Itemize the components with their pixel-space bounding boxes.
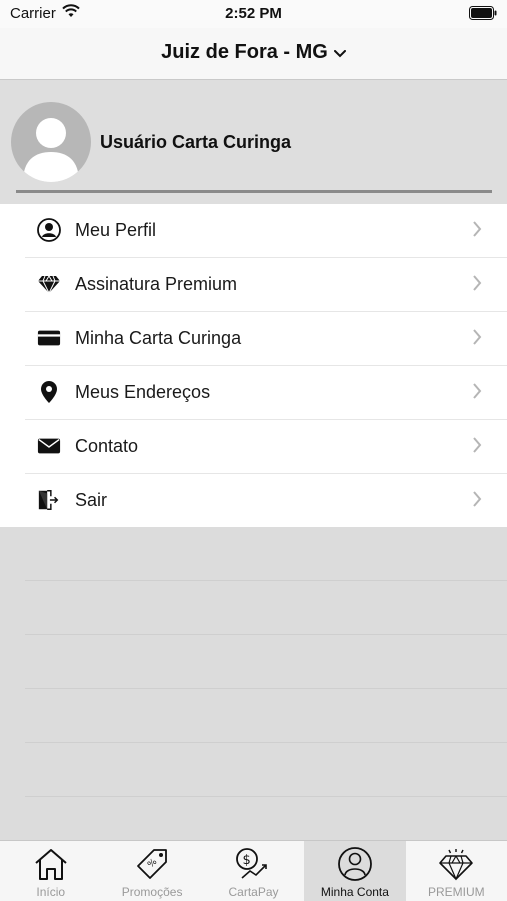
home-icon xyxy=(0,845,101,883)
envelope-icon xyxy=(37,434,61,458)
tab-label: Minha Conta xyxy=(320,885,389,899)
avatar xyxy=(11,102,91,182)
menu-item-label: Assinatura Premium xyxy=(75,274,238,294)
divider xyxy=(16,190,492,193)
dollar-chart-icon: $ xyxy=(203,845,304,883)
status-bar: Carrier 2:52 PM xyxy=(0,0,507,28)
city-selector[interactable]: Juiz de Fora - MG xyxy=(0,41,507,64)
chevron-right-icon xyxy=(472,221,482,242)
chevron-right-icon xyxy=(472,491,482,512)
tab-label: CartaPay xyxy=(228,885,279,899)
empty-row xyxy=(25,527,507,581)
tab-label: Promoções xyxy=(121,885,183,899)
clock: 2:52 PM xyxy=(225,5,282,22)
tab-minha-conta[interactable]: Minha Conta xyxy=(304,841,406,901)
user-icon xyxy=(304,845,405,883)
tab-promocoes[interactable]: % Promoções xyxy=(101,841,202,901)
nav-bar: Juiz de Fora - MG xyxy=(0,28,507,80)
diamond-icon xyxy=(406,845,507,883)
tab-bar: Início % Promoções $ CartaPay Minha Cont… xyxy=(0,840,507,901)
user-name: Usuário Carta Curinga xyxy=(100,132,292,152)
city-title: Juiz de Fora - MG xyxy=(161,41,328,63)
chevron-right-icon xyxy=(472,329,482,350)
profile-header: Usuário Carta Curinga xyxy=(0,80,507,204)
empty-row xyxy=(25,743,507,797)
tab-premium[interactable]: PREMIUM xyxy=(406,841,507,901)
menu-item-label: Contato xyxy=(75,436,139,456)
diamond-icon xyxy=(37,272,61,296)
menu-item-sair[interactable]: Sair xyxy=(25,474,507,527)
battery-icon xyxy=(469,6,497,25)
menu-item-minha-carta-curinga[interactable]: Minha Carta Curinga xyxy=(25,312,507,366)
menu-item-meus-enderecos[interactable]: Meus Endereços xyxy=(25,366,507,420)
menu-item-assinatura-premium[interactable]: Assinatura Premium xyxy=(25,258,507,312)
chevron-right-icon xyxy=(472,437,482,458)
location-pin-icon xyxy=(37,380,61,404)
menu-item-label: Minha Carta Curinga xyxy=(75,328,242,348)
avatar-placeholder-icon xyxy=(23,118,79,182)
chevron-right-icon xyxy=(472,275,482,296)
tab-inicio[interactable]: Início xyxy=(0,841,101,901)
menu-item-label: Sair xyxy=(75,490,108,510)
empty-table-area xyxy=(0,527,507,797)
svg-text:%: % xyxy=(146,857,159,870)
empty-row xyxy=(25,581,507,635)
menu-item-contato[interactable]: Contato xyxy=(25,420,507,474)
empty-row xyxy=(25,689,507,743)
price-tag-icon: % xyxy=(101,845,202,883)
menu-item-label: Meus Endereços xyxy=(75,382,211,402)
svg-text:$: $ xyxy=(242,853,250,868)
menu-item-label: Meu Perfil xyxy=(75,220,157,240)
card-icon xyxy=(37,326,61,350)
tab-label: Início xyxy=(36,885,66,899)
chevron-right-icon xyxy=(472,383,482,404)
user-circle-icon xyxy=(37,218,61,242)
menu-item-meu-perfil[interactable]: Meu Perfil xyxy=(25,204,507,258)
exit-door-icon xyxy=(37,488,61,512)
account-menu: Meu Perfil Assinatura Premium Minha Cart… xyxy=(0,204,507,527)
tab-cartapay[interactable]: $ CartaPay xyxy=(203,841,304,901)
empty-row xyxy=(25,635,507,689)
chevron-down-icon xyxy=(333,41,346,64)
tab-label: PREMIUM xyxy=(427,885,485,899)
